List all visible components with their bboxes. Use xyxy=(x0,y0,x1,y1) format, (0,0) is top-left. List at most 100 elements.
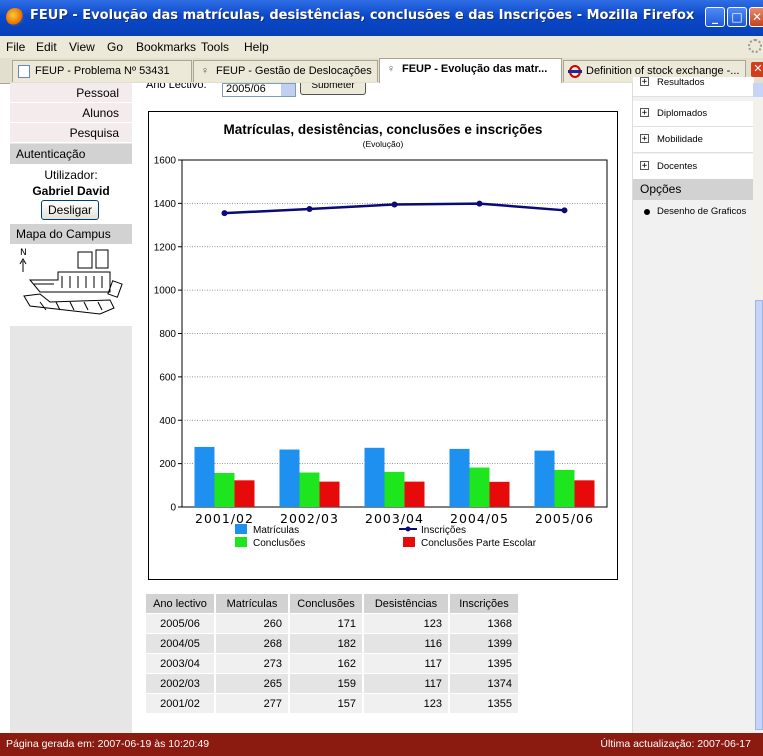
campus-map[interactable]: N xyxy=(10,244,132,326)
menu-go[interactable]: Go xyxy=(107,40,123,54)
bar-conclus-es-parte-escolar-2001-02 xyxy=(234,480,255,507)
scroll-up-icon[interactable] xyxy=(753,83,763,97)
bar-conclus-es-2001-02 xyxy=(214,472,235,507)
throbber-icon xyxy=(748,39,762,53)
bar-conclus-es-parte-escolar-2003-04 xyxy=(404,481,425,507)
table-cell: 1399 xyxy=(449,633,520,654)
campus-map-icon xyxy=(19,249,123,315)
table-cell: 2002/03 xyxy=(146,673,216,694)
year-select[interactable]: 2005/06 xyxy=(222,83,296,97)
menu-help[interactable]: Help xyxy=(244,40,269,54)
table-row: 2005/06 260 171 123 1368 xyxy=(146,613,520,634)
submit-button[interactable]: Submeter xyxy=(300,83,366,95)
table-header-cell: Conclusões xyxy=(289,594,364,614)
nav-mobilidade[interactable]: + Mobilidade xyxy=(633,127,754,153)
table-cell: 1355 xyxy=(449,693,520,713)
x-tick-label: 2001/02 xyxy=(195,511,254,526)
nav-docentes[interactable]: + Docentes xyxy=(633,154,754,180)
chart-subtitle: (Evolução) xyxy=(363,139,404,149)
status-bar: Página gerada em: 2007-06-19 às 10:20:49… xyxy=(0,733,763,756)
menu-bar: File Edit View Go Bookmarks Tools Help xyxy=(0,36,763,59)
expand-plus-icon[interactable]: + xyxy=(640,77,649,87)
table-cell: 2005/06 xyxy=(146,613,216,634)
close-window-button[interactable]: ✕ xyxy=(749,7,763,27)
bar-matr-culas-2003-04 xyxy=(364,447,385,507)
nav-mobilidade-label: Mobilidade xyxy=(657,134,703,145)
table-cell: 265 xyxy=(215,673,290,694)
y-tick-label: 1000 xyxy=(154,286,177,297)
table-row: 2004/05 268 182 116 1399 xyxy=(146,633,520,654)
table-cell: 123 xyxy=(363,613,450,634)
x-tick-label: 2003/04 xyxy=(365,511,424,526)
chart-container: Matrículas, desistências, conclusões e i… xyxy=(148,111,618,580)
menu-tools[interactable]: Tools xyxy=(201,40,229,54)
window-title: FEUP - Evolução das matrículas, desistên… xyxy=(30,8,695,23)
nav-charts-label: Desenho de Graficos xyxy=(657,206,747,217)
scrollbar-thumb[interactable] xyxy=(755,300,763,730)
page-icon xyxy=(18,65,30,78)
logout-button[interactable]: Desligar xyxy=(41,200,99,220)
table-row: 2003/04 273 162 117 1395 xyxy=(146,653,520,674)
menu-bookmarks[interactable]: Bookmarks xyxy=(136,40,196,54)
data-table: Ano lectivo Matrículas Conclusões Desistênc… xyxy=(146,594,520,713)
y-tick-label: 0 xyxy=(170,503,176,514)
table-row: 2001/02 277 157 123 1355 xyxy=(146,693,520,713)
bullet-icon xyxy=(644,209,650,215)
expand-plus-icon[interactable]: + xyxy=(640,108,649,118)
bar-conclus-es-parte-escolar-2002-03 xyxy=(319,481,340,507)
year-select-value: 2005/06 xyxy=(226,83,266,95)
table-cell: 268 xyxy=(215,633,290,654)
nav-resultados[interactable]: + Resultados xyxy=(633,77,754,97)
legend-label: Matrículas xyxy=(253,525,299,536)
table-cell: 162 xyxy=(289,653,364,674)
auth-heading: Autenticação xyxy=(10,144,132,164)
table-cell: 277 xyxy=(215,693,290,713)
tab-evolucao[interactable]: ♀ FEUP - Evolução das matr... xyxy=(379,58,562,83)
table-cell: 273 xyxy=(215,653,290,674)
nav-pessoal[interactable]: Pessoal xyxy=(10,83,132,103)
nav-docentes-label: Docentes xyxy=(657,161,698,172)
expand-plus-icon[interactable]: + xyxy=(640,161,649,171)
generated-time: Página gerada em: 2007-06-19 às 10:20:49 xyxy=(6,738,210,750)
window-title-bar[interactable]: FEUP - Evolução das matrículas, desistên… xyxy=(0,0,763,36)
bar-conclus-es-2005-06 xyxy=(554,469,575,507)
table-cell: 117 xyxy=(363,673,450,694)
expand-plus-icon[interactable]: + xyxy=(640,134,649,144)
nav-charts[interactable]: Desenho de Graficos xyxy=(633,200,754,224)
y-tick-label: 800 xyxy=(159,329,176,340)
table-cell: 1374 xyxy=(449,673,520,694)
tab-problema[interactable]: FEUP - Problema Nº 53431 xyxy=(12,60,192,82)
y-tick-label: 1200 xyxy=(154,242,177,253)
bar-conclus-es-2003-04 xyxy=(384,471,405,507)
user-label: Utilizador: xyxy=(44,168,98,182)
table-cell: 117 xyxy=(363,653,450,674)
close-tab-button[interactable]: ✕ xyxy=(751,62,763,77)
table-header-cell: Desistências xyxy=(363,594,450,614)
table-cell: 1368 xyxy=(449,613,520,634)
chevron-down-icon[interactable] xyxy=(281,84,295,96)
tab-deslocacoes[interactable]: ♀ FEUP - Gestão de Deslocações xyxy=(193,60,378,82)
legend-swatch xyxy=(235,537,247,547)
bar-matr-culas-2005-06 xyxy=(534,450,555,507)
legend-label: Inscrições xyxy=(421,525,466,536)
nav-alunos[interactable]: Alunos xyxy=(10,103,132,123)
menu-file[interactable]: File xyxy=(6,40,25,54)
year-label: Ano Lectivo: xyxy=(146,83,207,89)
feup-icon: ♀ xyxy=(386,63,396,75)
table-cell: 182 xyxy=(289,633,364,654)
table-cell: 123 xyxy=(363,693,450,713)
y-tick-label: 200 xyxy=(159,459,176,470)
menu-edit[interactable]: Edit xyxy=(36,40,57,54)
maximize-button[interactable]: □ xyxy=(727,7,747,27)
minimize-button[interactable]: _ xyxy=(705,7,725,27)
nav-pesquisa[interactable]: Pesquisa xyxy=(10,123,132,143)
table-header-cell: Matrículas xyxy=(215,594,290,614)
table-cell: 2004/05 xyxy=(146,633,216,654)
menu-view[interactable]: View xyxy=(69,40,95,54)
tab-label: Definition of stock exchange -... xyxy=(586,65,740,77)
bar-matr-culas-2001-02 xyxy=(194,446,215,507)
nav-diplomados[interactable]: + Diplomados xyxy=(633,101,754,127)
table-header-row: Ano lectivo Matrículas Conclusões Desistênc… xyxy=(146,594,520,614)
x-tick-label: 2002/03 xyxy=(280,511,339,526)
left-sidebar: Pessoal Alunos Pesquisa Autenticação Uti… xyxy=(10,83,132,733)
